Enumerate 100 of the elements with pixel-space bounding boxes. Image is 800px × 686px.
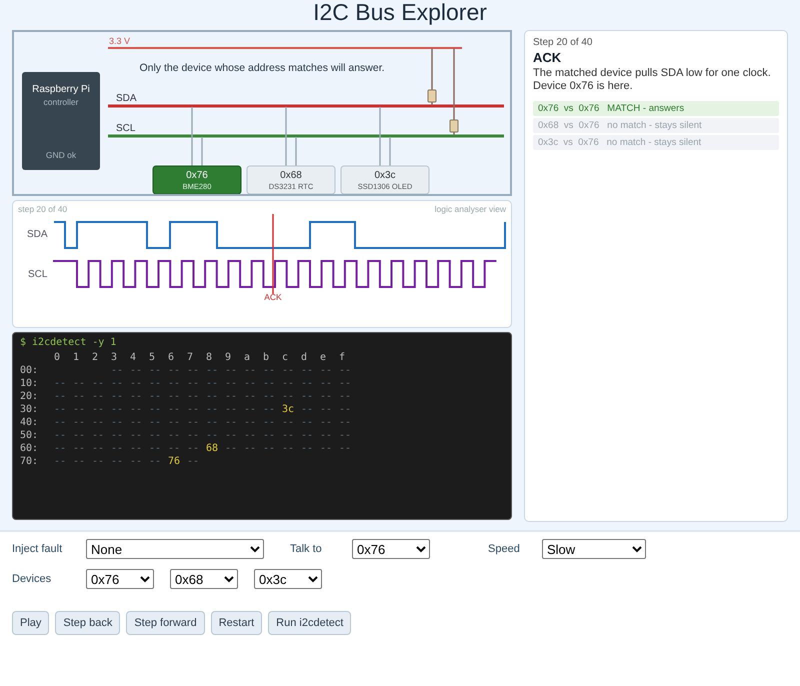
device-address: 0x68 (280, 170, 302, 181)
empty-address: -- (225, 403, 238, 416)
empty-address: -- (225, 442, 238, 455)
empty-address: -- (168, 377, 182, 390)
found-address: 3c (282, 403, 296, 416)
empty-address: -- (263, 390, 276, 403)
empty-address: -- (92, 455, 106, 468)
step-description: The matched device pulls SDA low for one clock. Device 0x76 is here. (533, 67, 772, 93)
empty-address: -- (206, 429, 220, 442)
empty-address: -- (149, 390, 162, 403)
empty-address: -- (244, 442, 258, 455)
address-comparison: 0x76 vs 0x76 MATCH - answers (533, 101, 779, 116)
empty-address: -- (225, 429, 238, 442)
device-node[interactable] (246, 166, 336, 194)
empty-address: -- (168, 416, 182, 429)
controller-name: Raspberry Pi (32, 84, 90, 95)
empty-address: -- (244, 403, 258, 416)
column-header: 1 (73, 351, 80, 364)
empty-address: -- (282, 429, 296, 442)
empty-address: -- (225, 377, 238, 390)
empty-address: -- (339, 377, 352, 390)
empty-address: -- (244, 364, 258, 377)
empty-address: -- (206, 403, 220, 416)
empty-address: -- (92, 416, 106, 429)
empty-address: -- (149, 442, 162, 455)
empty-address: -- (111, 429, 124, 442)
empty-address: -- (225, 364, 238, 377)
empty-address: -- (73, 403, 86, 416)
empty-address: -- (225, 416, 238, 429)
row-label: 30: (20, 403, 40, 416)
bus-wire (379, 107, 391, 166)
control-button[interactable]: Run i2cdetect (268, 611, 352, 635)
empty-address: -- (339, 364, 352, 377)
empty-address: -- (130, 364, 144, 377)
empty-address: -- (263, 403, 276, 416)
column-header: f (339, 351, 346, 364)
column-header: 3 (111, 351, 118, 364)
empty-address: -- (73, 442, 86, 455)
device-node[interactable] (340, 166, 430, 194)
empty-address: -- (111, 403, 124, 416)
talk-to-select[interactable]: 0x76 (352, 539, 430, 559)
empty-address: -- (187, 442, 200, 455)
empty-address: -- (130, 429, 144, 442)
device-node[interactable] (152, 166, 242, 194)
empty-address: -- (73, 377, 86, 390)
control-button[interactable]: Step back (55, 611, 120, 635)
empty-address: -- (320, 416, 334, 429)
speed-select[interactable]: Slow (542, 539, 646, 559)
control-button[interactable]: Step forward (126, 611, 205, 635)
empty-address: -- (301, 403, 314, 416)
empty-address: -- (301, 364, 314, 377)
empty-address: -- (282, 390, 296, 403)
column-header: 7 (187, 351, 194, 364)
empty-address: -- (282, 377, 296, 390)
empty-address: -- (339, 442, 352, 455)
device-select[interactable]: 0x76 (86, 569, 154, 589)
empty-address: -- (111, 390, 124, 403)
address-comparison: 0x3c vs 0x76 no match - stays silent (533, 135, 779, 150)
empty-address: -- (149, 429, 162, 442)
column-header: a (244, 351, 252, 364)
found-address: 68 (206, 442, 220, 455)
empty-address: -- (206, 390, 220, 403)
empty-address: -- (168, 442, 182, 455)
empty-address: -- (73, 429, 86, 442)
empty-address: -- (130, 416, 144, 429)
empty-address: -- (187, 390, 200, 403)
view-label: logic analyser view (434, 204, 506, 214)
device-select[interactable]: 0x68 (170, 569, 238, 589)
empty-address: -- (263, 429, 276, 442)
control-button[interactable]: Play (12, 611, 50, 635)
column-header: 8 (206, 351, 214, 364)
empty-address: -- (92, 442, 106, 455)
empty-address: -- (149, 403, 162, 416)
address-comparison: 0x68 vs 0x76 no match - stays silent (533, 118, 779, 133)
empty-address: -- (111, 416, 124, 429)
ground-status: GND ok (46, 150, 76, 160)
empty-address: -- (54, 403, 68, 416)
empty-address: -- (73, 390, 86, 403)
empty-address: -- (168, 429, 182, 442)
empty-address: -- (92, 429, 106, 442)
column-header: c (282, 351, 290, 364)
empty-address: -- (263, 364, 276, 377)
empty-address: -- (73, 416, 86, 429)
empty-address: -- (168, 364, 182, 377)
column-header: b (263, 351, 270, 364)
empty-address: -- (111, 377, 124, 390)
empty-address: -- (244, 416, 258, 429)
row-label: 70: (20, 455, 40, 468)
control-button[interactable]: Restart (210, 611, 262, 635)
column-header: 4 (130, 351, 138, 364)
column-header: 6 (168, 351, 176, 364)
controller-role: controller (44, 97, 78, 107)
fault-select[interactable]: None (86, 539, 264, 559)
empty-address: -- (320, 377, 334, 390)
row-label: 60: (20, 442, 40, 455)
sda-label: SDA (27, 229, 48, 240)
empty-address: -- (168, 403, 182, 416)
empty-address: -- (54, 377, 68, 390)
scl-label: SCL (28, 269, 48, 280)
device-select[interactable]: 0x3c (254, 569, 322, 589)
